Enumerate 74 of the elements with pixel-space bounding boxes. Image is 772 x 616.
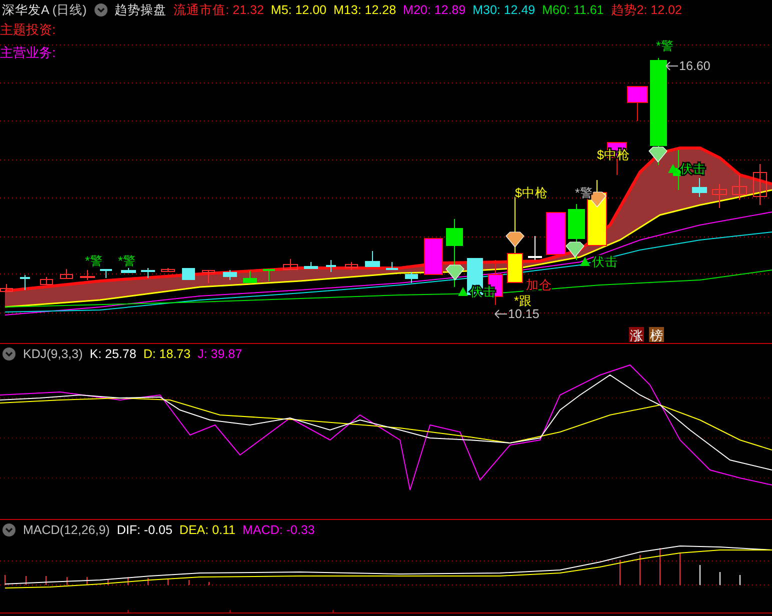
stock-name: 深华发A — [2, 2, 50, 18]
candlestick — [202, 270, 215, 284]
legend-value: MACD: -0.33 — [242, 522, 315, 538]
signal-label: $中枪 — [515, 186, 548, 200]
gem-icon — [566, 242, 584, 258]
triangle-icon — [668, 164, 678, 173]
indicator-name[interactable]: 趋势操盘 — [114, 2, 167, 18]
candlestick — [732, 174, 747, 200]
signal-label: *警 — [118, 254, 136, 268]
candlestick — [326, 260, 336, 272]
legend-value: M30: 12.49 — [472, 2, 536, 18]
legend-value: J: 39.87 — [198, 346, 242, 362]
candlestick — [283, 258, 298, 270]
legend-value: DEA: 0.11 — [179, 522, 236, 538]
legend-value: K: 25.78 — [90, 346, 136, 362]
signal-label: 加仓 — [526, 278, 552, 292]
candlestick — [121, 268, 136, 274]
candlestick — [424, 238, 443, 276]
signal-label: *警 — [85, 254, 103, 268]
candlestick — [141, 268, 155, 278]
candlestick — [243, 270, 257, 284]
candlestick — [386, 262, 398, 270]
legend-value: 流通市值: 21.32 — [174, 2, 264, 18]
signal-label: *跟 — [514, 294, 532, 308]
price-label: 16.60 — [679, 59, 710, 73]
candlestick — [627, 86, 648, 122]
candlestick — [446, 218, 463, 288]
legend-value: M20: 12.89 — [403, 2, 466, 18]
badge: 榜 — [649, 327, 664, 343]
info-label: 主题投资: — [0, 21, 56, 38]
candlestick — [692, 178, 707, 198]
candlestick — [80, 270, 95, 280]
chevron-down-icon[interactable] — [94, 3, 108, 17]
arrow-icon — [666, 62, 678, 70]
candlestick — [60, 268, 73, 280]
candlestick — [40, 276, 53, 286]
candlestick — [100, 268, 112, 278]
candlestick — [405, 272, 418, 284]
legend-value: 趋势2: 12.02 — [610, 2, 682, 18]
gem-icon — [446, 264, 464, 280]
signal-label: *警 — [656, 39, 674, 53]
candlestick — [0, 284, 13, 292]
period-label: (日线) — [52, 2, 87, 18]
info-label: 主营业务: — [0, 44, 56, 61]
chevron-down-icon[interactable] — [2, 523, 16, 537]
candlestick — [20, 274, 30, 290]
candlestick — [345, 262, 358, 270]
legend-value: M13: 12.28 — [334, 2, 396, 18]
indicator-name[interactable]: KDJ(9,3,3) — [23, 346, 83, 362]
badge: 涨 — [629, 327, 644, 343]
signal-label: 伏击 — [680, 162, 706, 176]
candlestick — [568, 204, 585, 260]
triangle-icon — [580, 257, 590, 266]
candlestick — [753, 164, 767, 206]
gem-icon — [506, 232, 524, 248]
arrow-icon — [494, 310, 508, 318]
candlestick — [223, 270, 237, 280]
candlestick — [365, 250, 380, 268]
candlestick — [161, 268, 175, 272]
legend-value: M5: 12.00 — [270, 2, 326, 18]
indicator-name[interactable]: MACD(12,26,9) — [23, 522, 110, 538]
price-label: 10.15 — [508, 307, 540, 321]
chevron-down-icon[interactable] — [2, 347, 16, 361]
legend-value: D: 18.73 — [143, 346, 191, 362]
legend-value: M60: 11.61 — [542, 2, 604, 18]
candlestick — [712, 184, 727, 208]
candlestick — [304, 262, 318, 270]
candlestick — [263, 268, 275, 282]
candlestick — [546, 212, 566, 256]
signal-label: *警 — [575, 186, 593, 200]
legend-value: DIF: -0.05 — [116, 522, 172, 538]
candlestick — [528, 236, 542, 260]
triangle-icon — [458, 287, 468, 296]
candlestick — [182, 268, 195, 280]
